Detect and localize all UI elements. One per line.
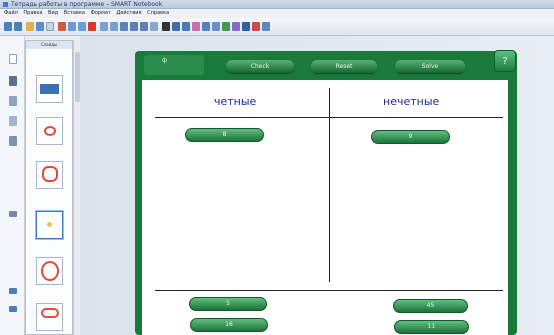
magic-pen-icon[interactable] <box>222 22 230 31</box>
undo-icon[interactable] <box>68 22 76 31</box>
document-camera-icon[interactable] <box>140 22 148 31</box>
text-icon[interactable] <box>242 22 250 31</box>
app-icon <box>3 2 8 7</box>
menu-format[interactable]: Формат <box>91 10 111 16</box>
paste-icon[interactable] <box>58 22 66 31</box>
properties-tab-icon[interactable] <box>9 116 17 126</box>
bank-divider <box>155 290 503 291</box>
menu-file[interactable]: Файл <box>4 10 18 16</box>
forward-icon[interactable] <box>14 22 22 31</box>
reset-button[interactable]: Reset <box>311 60 377 73</box>
solve-button[interactable]: Solve <box>395 60 465 73</box>
check-button[interactable]: Check <box>226 60 294 73</box>
swap-side-icon[interactable] <box>9 306 17 312</box>
page-thumbnail[interactable] <box>36 161 63 189</box>
shapes-icon[interactable] <box>212 22 220 31</box>
number-token-16[interactable]: 16 <box>190 318 268 332</box>
thumbnail-scrollbar[interactable] <box>73 40 80 335</box>
page-thumbnail[interactable] <box>36 303 63 331</box>
number-token-9[interactable]: 9 <box>371 130 450 144</box>
properties-icon[interactable] <box>252 22 260 31</box>
gallery-icon[interactable] <box>9 76 17 86</box>
table-icon[interactable] <box>120 22 128 31</box>
eraser-icon[interactable] <box>192 22 200 31</box>
menu-edit[interactable]: Правка <box>23 10 42 16</box>
tab-active-label: ф <box>162 57 168 64</box>
select-icon[interactable] <box>162 22 170 31</box>
pin-icon[interactable] <box>9 288 17 294</box>
move-toolbar-icon[interactable] <box>262 22 270 31</box>
menu-insert[interactable]: Вставка <box>64 10 85 16</box>
page-sorter-panel: Слайды <box>25 40 73 335</box>
open-icon[interactable] <box>26 22 34 31</box>
page-icon[interactable] <box>46 22 54 31</box>
window-title: Тетрадь работы в программе – SMART Noteb… <box>11 1 163 8</box>
page-thumbnail[interactable] <box>36 117 63 145</box>
insert-icon[interactable] <box>150 22 158 31</box>
menu-bar: Файл Правка Вид Вставка Формат Действия … <box>0 9 554 18</box>
number-token-11[interactable]: 11 <box>394 320 469 334</box>
creative-pen-icon[interactable] <box>182 22 190 31</box>
screen-shade-icon[interactable] <box>100 22 108 31</box>
number-token-5[interactable]: 5 <box>189 297 267 311</box>
full-screen-icon[interactable] <box>110 22 118 31</box>
collapse-arrow-icon[interactable] <box>9 211 17 217</box>
help-button[interactable]: ? <box>494 50 516 72</box>
column-heading-even: четные <box>214 95 257 108</box>
save-icon[interactable] <box>36 22 44 31</box>
redo-icon[interactable] <box>78 22 86 31</box>
page-thumbnail[interactable] <box>36 257 63 285</box>
addons-icon[interactable] <box>9 136 17 146</box>
column-heading-odd: нечетные <box>383 95 440 108</box>
menu-view[interactable]: Вид <box>48 10 58 16</box>
fill-icon[interactable] <box>232 22 240 31</box>
page-sorter-icon[interactable] <box>9 54 17 64</box>
line-icon[interactable] <box>202 22 210 31</box>
page-sorter-header: Слайды <box>26 41 72 49</box>
menu-actions[interactable]: Действия <box>116 10 141 16</box>
attachments-icon[interactable] <box>9 96 17 106</box>
capture-icon[interactable] <box>130 22 138 31</box>
column-divider <box>329 88 330 282</box>
back-icon[interactable] <box>4 22 12 31</box>
tab-active[interactable]: ф <box>144 55 204 75</box>
delete-icon[interactable] <box>88 22 96 31</box>
number-token-8[interactable]: 8 <box>185 128 264 142</box>
smart-notebook-window: Тетрадь работы в программе – SMART Noteb… <box>0 0 554 335</box>
title-bar: Тетрадь работы в программе – SMART Noteb… <box>0 0 554 9</box>
toolbar <box>0 18 554 36</box>
number-token-45[interactable]: 45 <box>393 299 468 313</box>
menu-help[interactable]: Справка <box>147 10 169 16</box>
page-thumbnail-selected[interactable] <box>36 211 63 239</box>
pen-icon[interactable] <box>172 22 180 31</box>
page-thumbnail[interactable] <box>36 75 63 103</box>
side-tab-strip <box>0 36 25 335</box>
